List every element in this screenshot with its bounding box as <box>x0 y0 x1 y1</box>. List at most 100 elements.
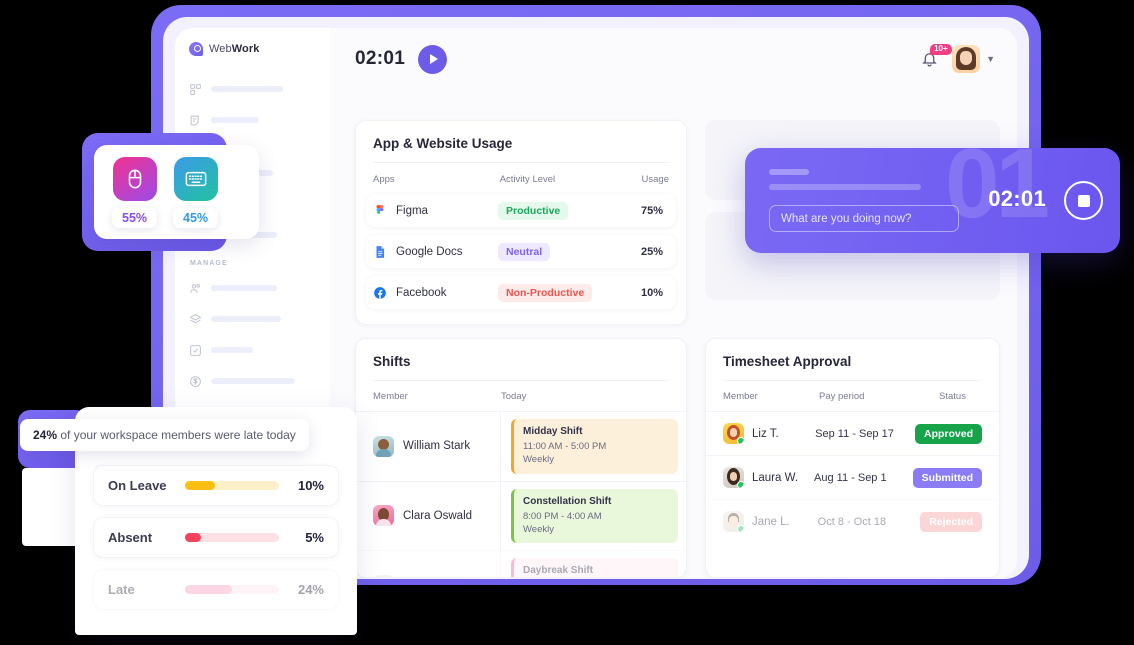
sidebar-item-members[interactable] <box>189 277 316 299</box>
topbar: 02:01 10+ ▼ <box>330 28 1017 90</box>
topbar-actions: 10+ ▼ <box>921 44 995 73</box>
attendance-value: 5% <box>305 530 324 545</box>
shift-name: Midday Shift <box>523 426 583 437</box>
usage-table-header: Apps Activity Level Usage <box>356 163 686 194</box>
table-row[interactable]: Google Docs Neutral 25% <box>366 235 676 268</box>
timesheet-approval-card: Timesheet Approval Member Pay period Sta… <box>705 338 1000 578</box>
shift-name: Constellation Shift <box>523 495 612 507</box>
notifications-button[interactable]: 10+ <box>921 44 952 70</box>
attendance-progress-fill <box>185 481 216 490</box>
avatar <box>373 435 394 457</box>
status-badge: Approved <box>914 423 982 444</box>
attendance-progress-fill <box>185 533 201 542</box>
avatar <box>723 423 744 444</box>
screenshot-stage: WebWork ANALYZE MA <box>0 0 1134 645</box>
brand-name-part2: Work <box>231 43 260 55</box>
table-row[interactable]: William Stark Midday Shift 11:00 AM - 5:… <box>356 411 686 481</box>
app-name: Figma <box>396 204 428 217</box>
floating-timer-widget: 01 02:01 <box>745 148 1120 253</box>
attendance-value: 24% <box>297 582 324 597</box>
list-item[interactable]: On Leave 10% <box>93 465 339 506</box>
table-row[interactable]: Clara Oswald Constellation Shift 8:00 PM… <box>356 480 686 551</box>
mouse-icon <box>112 157 157 201</box>
shifts-table-header: Member Today <box>356 381 686 411</box>
attendance-progress-track <box>185 481 279 490</box>
sidebar-label-placeholder <box>211 86 283 92</box>
sidebar-item-dashboard[interactable] <box>189 78 316 100</box>
notification-badge: 10+ <box>930 44 952 55</box>
topbar-timer-value: 02:01 <box>355 48 406 69</box>
stop-timer-button[interactable] <box>1064 181 1103 220</box>
sidebar-item-projects[interactable] <box>189 308 316 330</box>
sidebar-item-tasks[interactable] <box>189 339 316 361</box>
avatar <box>373 574 394 577</box>
avatar <box>373 505 394 527</box>
timer-placeholder-bar-short <box>769 169 809 175</box>
sidebar-label-placeholder <box>211 316 281 322</box>
sidebar-label-placeholder <box>211 117 259 123</box>
google-docs-icon <box>373 245 387 259</box>
layers-icon <box>189 313 202 326</box>
timer-placeholder-bar-long <box>769 184 921 190</box>
attendance-progress-track <box>185 585 279 594</box>
attendance-label: Absent <box>108 530 153 545</box>
sidebar-group-manage: MANAGE <box>190 260 228 267</box>
app-name: Google Docs <box>396 245 463 258</box>
member-name: Jane L. <box>752 515 790 528</box>
status-badge: Non-Productive <box>498 284 593 302</box>
user-avatar <box>952 45 981 73</box>
tasks-check-icon <box>189 344 202 357</box>
table-row[interactable]: Figma Productive 75% <box>366 194 676 227</box>
member-name: William Stark <box>403 440 471 453</box>
list-item[interactable]: Absent 5% <box>93 517 339 558</box>
dashboard-grid-icon <box>189 83 202 96</box>
sidebar-item-payments[interactable] <box>189 370 316 392</box>
pay-period: Aug 11 - Sep 1 <box>814 471 887 484</box>
keyboard-activity-block: 45% <box>173 157 219 239</box>
sidebar-item-reports[interactable] <box>189 109 316 131</box>
pay-period: Oct 8 - Oct 18 <box>817 515 887 528</box>
ts-col-member: Member <box>723 391 758 402</box>
timer-elapsed-value: 02:01 <box>988 186 1046 211</box>
attendance-value: 10% <box>297 478 324 493</box>
timesheet-card-title: Timesheet Approval <box>723 354 852 369</box>
usage-value: 10% <box>640 286 663 299</box>
member-name: Clara Oswald <box>403 509 473 522</box>
play-timer-button[interactable] <box>418 44 448 74</box>
shifts-card-title: Shifts <box>373 354 411 369</box>
chevron-down-icon: ▼ <box>986 54 995 64</box>
keyboard-icon <box>173 157 218 201</box>
attendance-tooltip-text: of your workspace members were late toda… <box>57 428 296 442</box>
user-menu[interactable]: ▼ <box>952 45 995 73</box>
keyboard-activity-value: 45% <box>173 208 219 228</box>
table-row[interactable]: Liz T. Sep 11 - Sep 17 Approved <box>706 411 999 455</box>
status-badge: Productive <box>498 202 569 220</box>
shift-name: Daybreak Shift <box>523 565 594 577</box>
app-website-usage-card: App & Website Usage Apps Activity Level … <box>355 120 687 325</box>
timesheet-table-header: Member Pay period Status <box>706 381 999 411</box>
attendance-progress-fill <box>185 585 232 594</box>
table-row[interactable]: Melissa Walter Daybreak Shift 4:00 PM - … <box>356 550 686 577</box>
table-row[interactable]: Jane L. Oct 8 - Oct 18 Rejected <box>706 499 999 543</box>
task-description-input[interactable] <box>769 205 959 232</box>
ts-col-period: Pay period <box>819 391 865 402</box>
member-name: Laura W. <box>752 471 799 484</box>
status-badge: Submitted <box>912 467 982 488</box>
sidebar-label-placeholder <box>211 285 277 291</box>
shift-time: 11:00 AM - 5:00 PM <box>523 441 607 452</box>
facebook-icon <box>373 286 387 300</box>
table-row[interactable]: Laura W. Aug 11 - Sep 1 Submitted <box>706 455 999 499</box>
brand-name-part1: Web <box>209 43 232 55</box>
attendance-label: Late <box>108 582 135 597</box>
sidebar-label-placeholder <box>211 347 253 353</box>
usage-card-title: App & Website Usage <box>373 136 513 151</box>
usage-col-usage: Usage <box>641 174 669 185</box>
brand-logo-block: WebWork <box>189 42 316 56</box>
stop-icon <box>1077 194 1090 207</box>
table-row[interactable]: Facebook Non-Productive 10% <box>366 276 676 309</box>
usage-value: 25% <box>640 245 663 258</box>
attendance-tooltip-highlight: 24% <box>33 428 58 442</box>
list-item[interactable]: Late 24% <box>93 569 339 610</box>
ts-col-status: Status <box>939 391 966 402</box>
attendance-progress-track <box>185 533 279 542</box>
